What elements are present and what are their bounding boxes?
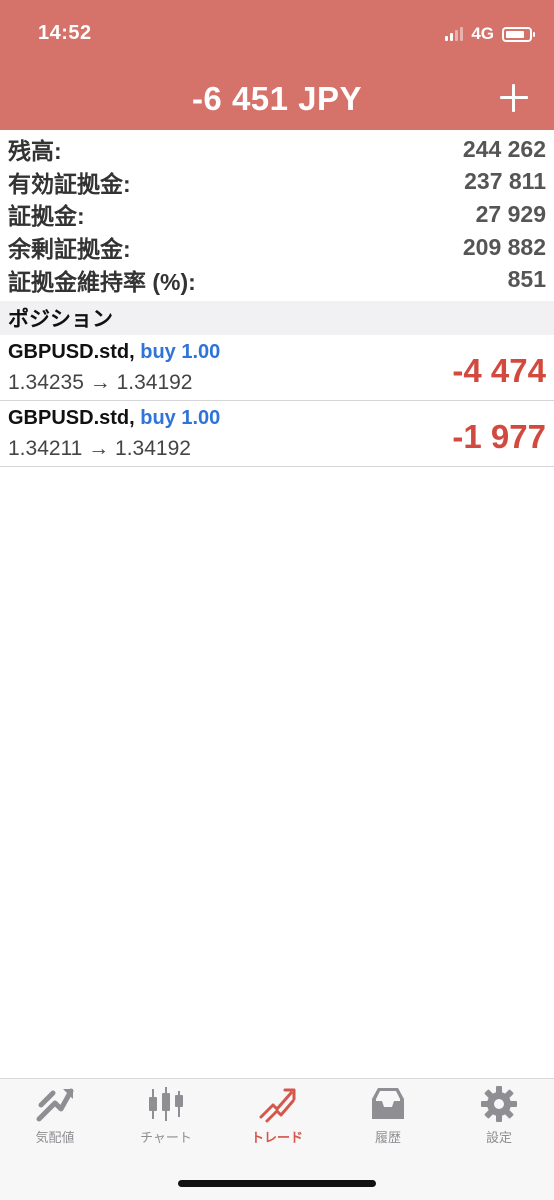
balance-value: 244 262: [462, 135, 546, 162]
history-icon: [372, 1088, 404, 1119]
position-prices: 1.34211 → 1.34192: [8, 437, 191, 460]
quotes-icon: [36, 1088, 74, 1122]
tab-trade[interactable]: トレード: [222, 1085, 332, 1155]
tab-trade-label: トレード: [250, 1130, 303, 1145]
position-side: buy 1.00: [140, 341, 221, 363]
position-row[interactable]: GBPUSD.std, buy 1.00 1.34211 → 1.34192 -…: [0, 401, 554, 467]
positions-list: GBPUSD.std, buy 1.00 1.34235 → 1.34192 -…: [0, 335, 554, 467]
margin-value: 27 929: [475, 200, 546, 227]
trade-screen: 14:52 4G -6 451 JPY 残高: 244 262 有効証拠金: 2…: [0, 0, 554, 1200]
margin-level-value: 851: [507, 266, 546, 293]
plus-icon[interactable]: [500, 84, 528, 112]
position-side: buy 1.00: [140, 407, 221, 429]
balance-row: 残高: 244 262: [0, 133, 554, 166]
free-margin-label: 余剰証拠金:: [8, 236, 131, 263]
position-row[interactable]: GBPUSD.std, buy 1.00 1.34235 → 1.34192 -…: [0, 335, 554, 401]
chart-icon: [149, 1087, 183, 1121]
header-bar: 14:52 4G -6 451 JPY: [0, 0, 554, 130]
tab-chart-label: チャート: [140, 1130, 192, 1145]
position-prices: 1.34235 → 1.34192: [8, 371, 193, 394]
tab-chart[interactable]: チャート: [111, 1085, 221, 1155]
margin-level-label: 証拠金維持率 (%):: [8, 268, 196, 295]
tab-history[interactable]: 履歴: [333, 1085, 443, 1155]
equity-value: 237 811: [464, 168, 546, 195]
cellular-signal-icon: [445, 27, 464, 41]
tab-history-label: 履歴: [374, 1130, 401, 1145]
status-time: 14:52: [38, 22, 92, 44]
equity-label: 有効証拠金:: [8, 170, 131, 197]
status-indicators: 4G: [445, 24, 535, 44]
margin-label: 証拠金:: [8, 203, 85, 230]
positions-section-header: ポジション: [0, 301, 554, 335]
trade-icon: [259, 1088, 296, 1123]
position-symbol: GBPUSD.std,: [8, 407, 135, 429]
margin-row: 証拠金: 27 929: [0, 198, 554, 231]
network-type: 4G: [471, 24, 494, 43]
tab-quotes-label: 気配値: [35, 1130, 75, 1145]
tab-quotes[interactable]: 気配値: [0, 1085, 110, 1155]
free-margin-value: 209 882: [462, 233, 546, 260]
equity-row: 有効証拠金: 237 811: [0, 166, 554, 199]
settings-icon: [481, 1086, 517, 1122]
balance-label: 残高:: [8, 138, 62, 165]
battery-icon: [502, 26, 535, 42]
home-indicator[interactable]: [178, 1180, 376, 1187]
tab-settings[interactable]: 設定: [444, 1085, 554, 1155]
free-margin-row: 余剰証拠金: 209 882: [0, 231, 554, 264]
account-summary: 残高: 244 262 有効証拠金: 237 811 証拠金: 27 929 余…: [0, 133, 554, 296]
floating-profit-total: -6 451 JPY: [191, 80, 363, 117]
position-profit: -4 474: [452, 352, 546, 389]
position-profit: -1 977: [452, 418, 546, 455]
margin-level-row: 証拠金維持率 (%): 851: [0, 263, 554, 296]
tab-settings-label: 設定: [485, 1130, 512, 1145]
position-symbol: GBPUSD.std,: [8, 341, 135, 363]
